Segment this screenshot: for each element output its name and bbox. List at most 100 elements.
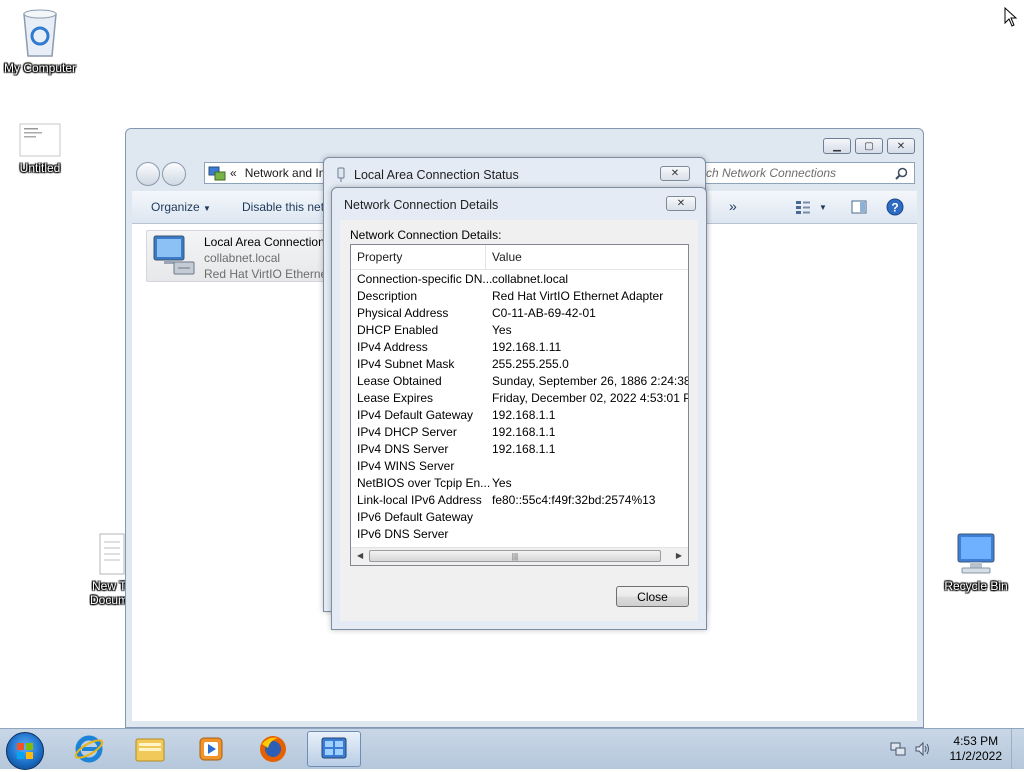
organize-menu[interactable]: Organize ▼ [151, 200, 211, 214]
list-item[interactable]: Lease Obtained Sunday, September 26, 1886… [351, 372, 688, 389]
minimize-button[interactable]: ▁ [823, 138, 851, 154]
scroll-right-icon[interactable]: ▶ [676, 551, 682, 560]
list-item[interactable]: IPv4 DNS Server 192.168.1.1 [351, 440, 688, 457]
back-button[interactable] [136, 162, 160, 186]
value-cell: Sunday, September 26, 1886 2:24:38 PM [492, 374, 689, 388]
close-button[interactable]: Close [616, 586, 689, 607]
disable-device-button[interactable]: Disable this net [242, 200, 324, 214]
status-dialog-close-button[interactable]: ✕ [660, 166, 690, 181]
clock-date: 11/2/2022 [949, 749, 1003, 763]
windows-logo-icon [17, 743, 33, 759]
desktop-icon-my-computer[interactable]: My Computer [0, 6, 80, 75]
local-area-connection-item[interactable]: Local Area Connection collabnet.local Re… [146, 230, 348, 282]
column-header-property[interactable]: Property [357, 250, 402, 264]
search-input[interactable]: rch Network Connections [693, 162, 915, 184]
recycle-bin-icon [23, 9, 57, 57]
preview-pane-icon[interactable] [851, 199, 867, 215]
property-cell: DHCP Enabled [357, 323, 439, 337]
desktop-icon-label: Recycle Bin [944, 579, 1008, 593]
forward-button[interactable] [162, 162, 186, 186]
property-cell: Description [357, 289, 418, 303]
mouse-cursor-icon [1004, 7, 1018, 27]
column-divider[interactable] [485, 245, 486, 269]
taskbar-firefox[interactable] [246, 731, 300, 767]
list-item[interactable]: IPv4 Subnet Mask 255.255.255.0 [351, 355, 688, 372]
clock-time: 4:53 PM [953, 734, 999, 748]
value-cell: 192.168.1.1 [492, 408, 556, 422]
list-item[interactable]: Link-local IPv6 Address fe80::55c4:f49f:3… [351, 491, 688, 508]
list-item[interactable]: IPv4 WINS Server [351, 457, 688, 474]
value-cell: Friday, December 02, 2022 4:53:01 PM [492, 391, 689, 405]
value-cell: 255.255.255.0 [492, 357, 569, 371]
list-item[interactable]: DHCP Enabled Yes [351, 321, 688, 338]
address-text: Network and In [244, 166, 326, 180]
details-list-view[interactable]: Property Value Connection-specific DN...… [350, 244, 689, 566]
list-item[interactable]: IPv4 Address 192.168.1.11 [351, 338, 688, 355]
help-icon[interactable]: ? [886, 198, 904, 216]
column-header-value[interactable]: Value [492, 250, 522, 264]
property-cell: Connection-specific DN... [357, 272, 493, 286]
taskbar: 4:53 PM 11/2/2022 [0, 728, 1024, 770]
list-item[interactable]: Description Red Hat VirtIO Ethernet Adapt… [351, 287, 688, 304]
list-item[interactable]: Physical Address C0-11-AB-69-42-01 [351, 304, 688, 321]
desktop-icon-untitled[interactable]: Untitled [0, 122, 80, 175]
list-item[interactable]: NetBIOS over Tcpip En... Yes [351, 474, 688, 491]
maximize-button[interactable]: ▢ [855, 138, 883, 154]
taskbar-media-player[interactable] [184, 731, 238, 767]
list-item[interactable]: IPv6 Default Gateway [351, 508, 688, 525]
more-commands-button[interactable]: » [729, 198, 737, 214]
change-view-icon [796, 201, 810, 214]
computer-icon [957, 533, 995, 574]
property-cell: Lease Obtained [357, 374, 442, 388]
start-button[interactable] [6, 732, 44, 770]
window-controls: ▁ ▢ ✕ [823, 138, 915, 154]
scroll-thumb[interactable]: ||| [369, 550, 661, 562]
property-cell: IPv6 Default Gateway [357, 510, 474, 524]
details-group-label: Network Connection Details: [350, 228, 502, 242]
show-desktop-button[interactable] [1011, 729, 1024, 769]
value-cell: C0-11-AB-69-42-01 [492, 306, 596, 320]
document-icon [19, 123, 61, 157]
desktop-icon-recycle-bin[interactable]: Recycle Bin [940, 530, 1012, 593]
taskbar-windows-explorer[interactable] [123, 731, 177, 767]
taskbar-internet-explorer[interactable] [62, 731, 116, 767]
horizontal-scrollbar[interactable]: ◀ ||| ▶ [351, 547, 688, 565]
window-close-button[interactable]: ✕ [887, 138, 915, 154]
details-dialog-close-x[interactable]: ✕ [666, 196, 696, 211]
list-item[interactable]: Lease Expires Friday, December 02, 2022 4… [351, 389, 688, 406]
value-cell: fe80::55c4:f49f:32bd:2574%13 [492, 493, 656, 507]
volume-tray-icon[interactable] [914, 741, 932, 757]
list-item[interactable]: IPv4 Default Gateway 192.168.1.1 [351, 406, 688, 423]
desktop-icon-label: New T [92, 579, 127, 593]
list-header: Property Value [351, 245, 688, 270]
system-clock[interactable]: 4:53 PM 11/2/2022 [950, 734, 1003, 764]
list-item[interactable]: IPv6 DNS Server [351, 525, 688, 542]
search-icon [895, 167, 908, 180]
organize-label: Organize [151, 200, 200, 214]
value-cell: Yes [492, 476, 512, 490]
view-options-button[interactable]: ▼ [795, 199, 827, 215]
desktop-icon-label: Untitled [19, 161, 61, 175]
property-cell: IPv4 Default Gateway [357, 408, 474, 422]
connection-adapter: Red Hat VirtIO Etherne [204, 267, 324, 281]
list-item[interactable]: Connection-specific DN... collabnet.local [351, 270, 688, 287]
media-player-icon [199, 737, 223, 761]
scroll-left-icon[interactable]: ◀ [357, 551, 363, 560]
network-tray-icon[interactable] [890, 741, 906, 757]
text-document-icon [99, 533, 125, 575]
network-connections-icon [321, 737, 347, 759]
svg-text:?: ? [891, 201, 898, 215]
status-dialog-title: Local Area Connection Status [354, 168, 519, 182]
search-placeholder: rch Network Connections [702, 166, 837, 180]
address-chevron: « [230, 166, 237, 180]
value-cell: collabnet.local [492, 272, 569, 286]
value-cell: 192.168.1.1 [492, 425, 556, 439]
property-cell: IPv4 DHCP Server [357, 425, 457, 439]
taskbar-network-connections[interactable] [307, 731, 361, 767]
property-cell: IPv4 Address [357, 340, 428, 354]
property-cell: IPv6 DNS Server [357, 527, 449, 541]
dropdown-arrow-icon: ▼ [819, 202, 827, 212]
property-cell: Link-local IPv6 Address [357, 493, 482, 507]
list-item[interactable]: IPv4 DHCP Server 192.168.1.1 [351, 423, 688, 440]
connection-network: collabnet.local [204, 251, 281, 265]
